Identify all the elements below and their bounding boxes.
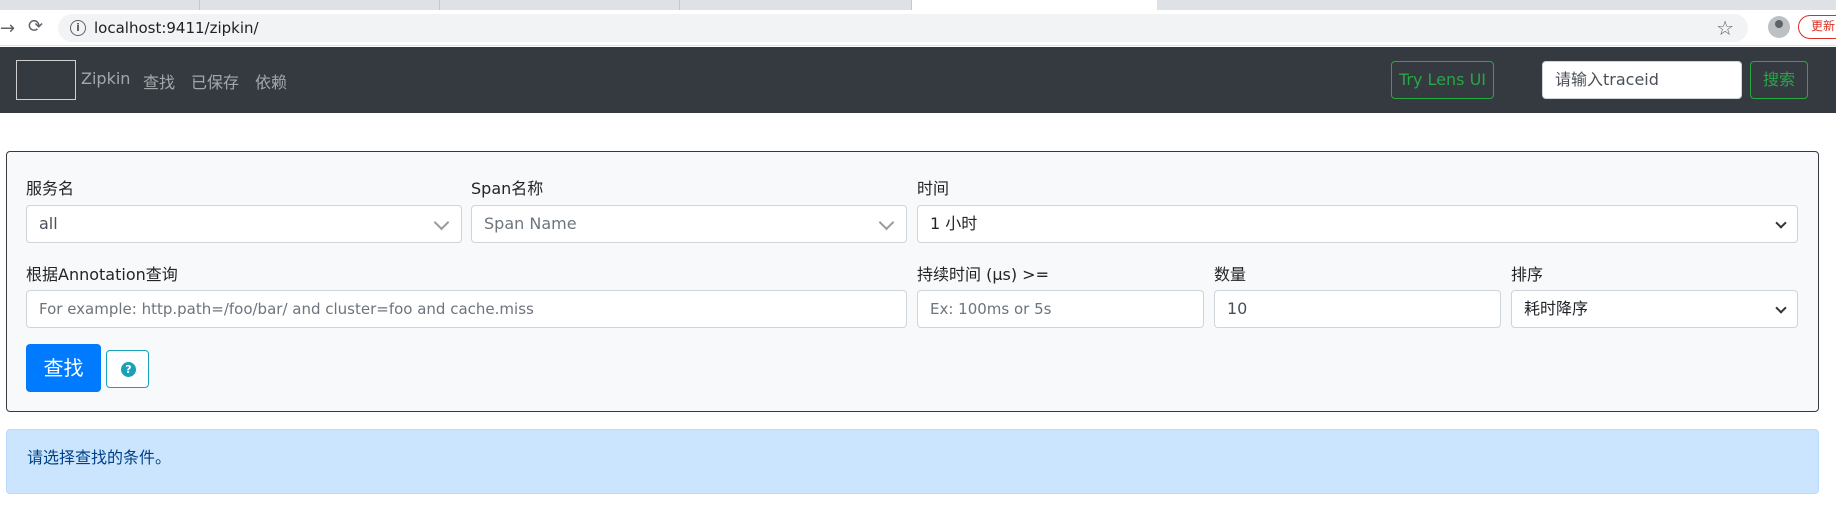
zipkin-logo-image[interactable] bbox=[16, 60, 76, 100]
url-text[interactable]: localhost:9411/zipkin/ bbox=[94, 19, 259, 37]
browser-update-button[interactable]: 更新 bbox=[1798, 15, 1836, 39]
alert-message: 请选择查找的条件。 bbox=[27, 448, 172, 467]
sort-label: 排序 bbox=[1511, 265, 1544, 284]
info-alert: 请选择查找的条件。 bbox=[6, 429, 1819, 494]
min-duration-label: 持续时间 (μs) >= bbox=[917, 265, 1049, 284]
browser-tabstrip bbox=[0, 0, 1836, 10]
search-form-panel: 服务名 all Span名称 Span Name 时间 1 小时 根据Annot… bbox=[6, 151, 1819, 412]
bookmark-star-icon[interactable]: ☆ bbox=[1716, 16, 1734, 40]
min-duration-placeholder: Ex: 100ms or 5s bbox=[930, 300, 1052, 318]
time-range-value: 1 小时 bbox=[930, 214, 978, 233]
browser-tab-active[interactable] bbox=[912, 0, 1157, 10]
browser-tab[interactable] bbox=[200, 0, 440, 10]
annotation-query-placeholder: For example: http.path=/foo/bar/ and clu… bbox=[39, 300, 534, 318]
reload-icon[interactable]: ⟳ bbox=[28, 16, 43, 37]
forward-arrow-icon[interactable]: → bbox=[0, 18, 15, 39]
try-lens-ui-button[interactable]: Try Lens UI bbox=[1391, 61, 1494, 99]
question-circle-icon: ? bbox=[121, 362, 136, 377]
help-button[interactable]: ? bbox=[106, 350, 149, 388]
span-name-select[interactable]: Span Name bbox=[471, 205, 907, 243]
find-traces-button[interactable]: 查找 bbox=[26, 344, 101, 392]
browser-address-bar: → ⟳ i localhost:9411/zipkin/ ☆ 更新 bbox=[0, 10, 1836, 46]
min-duration-input[interactable]: Ex: 100ms or 5s bbox=[917, 290, 1204, 328]
sort-order-select[interactable]: 耗时降序 bbox=[1511, 290, 1798, 328]
traceid-input[interactable]: 请输入traceid bbox=[1542, 61, 1742, 99]
service-name-value: all bbox=[39, 214, 58, 233]
url-box[interactable]: i localhost:9411/zipkin/ ☆ bbox=[58, 14, 1748, 42]
span-name-placeholder: Span Name bbox=[484, 214, 577, 233]
browser-tab[interactable] bbox=[440, 0, 680, 10]
service-name-label: 服务名 bbox=[26, 179, 75, 198]
limit-label: 数量 bbox=[1214, 265, 1247, 284]
sort-order-value: 耗时降序 bbox=[1524, 299, 1589, 318]
span-name-label: Span名称 bbox=[471, 179, 544, 198]
limit-input[interactable]: 10 bbox=[1214, 290, 1501, 328]
time-range-select[interactable]: 1 小时 bbox=[917, 205, 1798, 243]
time-label: 时间 bbox=[917, 179, 950, 198]
service-name-select[interactable]: all bbox=[26, 205, 462, 243]
chevron-down-icon bbox=[1775, 217, 1787, 229]
nav-link-saved[interactable]: 已保存 bbox=[191, 69, 239, 93]
browser-tab[interactable] bbox=[680, 0, 912, 10]
chevron-down-icon bbox=[433, 214, 450, 231]
annotation-query-label: 根据Annotation查询 bbox=[26, 265, 178, 284]
site-info-icon[interactable]: i bbox=[70, 20, 86, 36]
brand-name[interactable]: Zipkin bbox=[81, 69, 130, 88]
browser-tab[interactable] bbox=[0, 0, 200, 10]
traceid-search-button[interactable]: 搜索 bbox=[1750, 61, 1808, 99]
limit-value: 10 bbox=[1227, 299, 1248, 318]
nav-link-dependencies[interactable]: 依赖 bbox=[255, 69, 287, 93]
chevron-down-icon bbox=[878, 214, 895, 231]
annotation-query-input[interactable]: For example: http.path=/foo/bar/ and clu… bbox=[26, 290, 907, 328]
chevron-down-icon bbox=[1775, 302, 1787, 314]
profile-avatar-icon[interactable] bbox=[1768, 16, 1790, 38]
nav-link-find[interactable]: 查找 bbox=[143, 69, 175, 93]
app-navbar: Zipkin 查找 已保存 依赖 Try Lens UI 请输入traceid … bbox=[0, 47, 1836, 113]
